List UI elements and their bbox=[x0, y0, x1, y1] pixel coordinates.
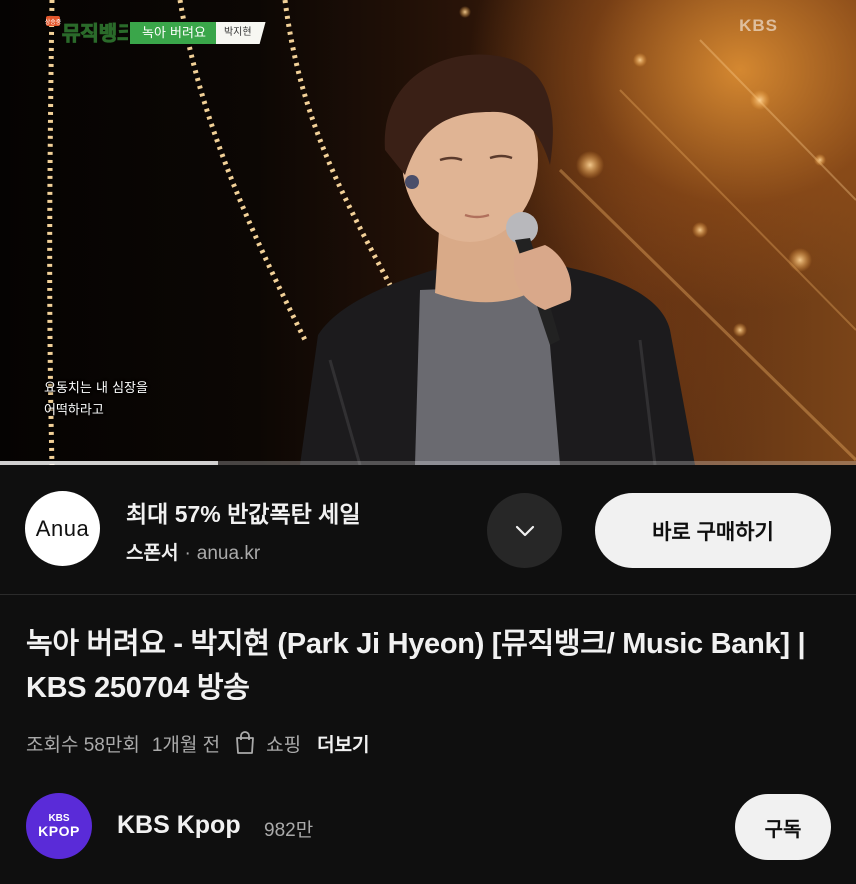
svg-text:뮤직뱅크: 뮤직뱅크 bbox=[62, 21, 128, 45]
svg-text:상승중: 상승중 bbox=[45, 18, 62, 26]
shopping-bag-icon bbox=[234, 731, 256, 755]
ad-headline[interactable]: 최대 57% 반값폭탄 세일 bbox=[126, 495, 360, 529]
ad-expand-button[interactable] bbox=[487, 493, 562, 568]
more-button[interactable]: 더보기 bbox=[317, 730, 369, 757]
song-title-tag: 녹아 버려요 박지현 bbox=[130, 22, 266, 44]
shopping-label[interactable]: 쇼핑 bbox=[266, 730, 301, 757]
music-bank-logo: 상승중 뮤직뱅크 bbox=[45, 16, 128, 46]
video-title[interactable]: 녹아 버려요 - 박지현 (Park Ji Hyeon) [뮤직뱅크/ Musi… bbox=[26, 622, 816, 710]
broadcaster-watermark: KBS bbox=[739, 16, 778, 35]
ad-domain: anua.kr bbox=[196, 543, 261, 564]
lyrics-line: 어떡하라고 bbox=[44, 403, 104, 418]
lyrics-line: 요동치는 내 심장을 bbox=[44, 381, 148, 396]
advertiser-logo-text: Anua bbox=[35, 515, 90, 541]
sponsor-label: 스폰서 bbox=[126, 543, 179, 564]
subscribe-button[interactable]: 구독 bbox=[735, 794, 831, 860]
channel-avatar-line2: KPOP bbox=[38, 823, 80, 839]
video-meta-row[interactable]: 조회수 58만회 1개월 전 쇼핑 더보기 bbox=[26, 728, 370, 758]
upload-age: 1개월 전 bbox=[151, 734, 221, 756]
channel-name[interactable]: KBS Kpop bbox=[117, 811, 241, 840]
video-player[interactable]: 상승중 뮤직뱅크 녹아 버려요 박지현 KBS 요동치는 내 심장을 어떡하라고 bbox=[0, 0, 856, 465]
song-tag-title: 녹아 버려요 bbox=[130, 22, 216, 44]
advertiser-logo[interactable]: Anua bbox=[25, 491, 100, 566]
separator-dot: · bbox=[184, 543, 191, 564]
buy-now-button[interactable]: 바로 구매하기 bbox=[595, 493, 831, 568]
song-tag-artist: 박지현 bbox=[215, 22, 266, 44]
ad-sponsor-line: 스폰서 · anua.kr bbox=[126, 538, 260, 565]
channel-avatar[interactable]: KBS KPOP bbox=[26, 793, 92, 859]
subscriber-count: 982만 bbox=[264, 820, 314, 841]
view-count: 조회수 58만회 bbox=[26, 734, 140, 756]
chevron-down-icon bbox=[515, 525, 534, 536]
lyrics-subtitle: 요동치는 내 심장을 어떡하라고 bbox=[44, 378, 148, 422]
